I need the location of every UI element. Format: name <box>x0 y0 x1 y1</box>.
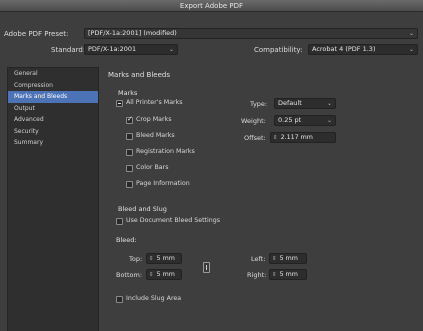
bottom-label: Bottom: <box>116 271 143 279</box>
stepper-arrows-icon[interactable]: ⇕ <box>272 256 277 262</box>
bleed-bottom-stepper[interactable]: ⇕ 5 mm <box>146 269 182 280</box>
panel-title: Marks and Bleeds <box>108 71 170 79</box>
use-document-bleed-label: Use Document Bleed Settings <box>126 217 221 224</box>
bleed-marks-checkbox[interactable] <box>126 133 133 140</box>
offset-label: Offset: <box>244 134 266 142</box>
registration-marks-checkbox[interactable] <box>126 149 133 156</box>
bleed-bottom-value: 5 mm <box>156 271 175 278</box>
page-information-checkbox[interactable] <box>126 181 133 188</box>
all-printers-marks-checkbox[interactable] <box>116 100 123 107</box>
type-label: Type: <box>250 100 268 108</box>
bleed-top-stepper[interactable]: ⇕ 5 mm <box>146 253 182 264</box>
all-printers-marks-label: All Printer's Marks <box>126 99 183 106</box>
window-title: Export Adobe PDF <box>0 0 423 12</box>
include-slug-checkbox[interactable] <box>116 296 123 303</box>
sidebar-item-output[interactable]: Output <box>8 103 98 115</box>
stepper-arrows-icon[interactable]: ⇕ <box>149 256 154 262</box>
bleed-marks-label: Bleed Marks <box>136 132 175 139</box>
bleed-left-stepper[interactable]: ⇕ 5 mm <box>269 253 307 264</box>
bleed-slug-heading: Bleed and Slug <box>118 205 167 213</box>
link-chain-icon[interactable] <box>203 262 210 273</box>
sidebar-item-general[interactable]: General <box>8 68 98 80</box>
chevron-down-icon: ⌄ <box>326 100 332 107</box>
offset-stepper[interactable]: ⇕ 2.117 mm <box>270 132 336 143</box>
sidebar-item-security[interactable]: Security <box>8 126 98 138</box>
standard-dropdown[interactable]: PDF/X-1a:2001 ⌄ <box>84 44 178 55</box>
chevron-down-icon: ⌄ <box>168 46 174 53</box>
preset-label: Adobe PDF Preset: <box>4 30 69 38</box>
export-pdf-dialog: Adobe PDF Preset: [PDF/X-1a:2001] (modif… <box>0 12 423 331</box>
chevron-down-icon: ⌄ <box>326 117 332 124</box>
standard-value: PDF/X-1a:2001 <box>88 45 137 53</box>
bleed-right-value: 5 mm <box>279 271 298 278</box>
left-label: Left: <box>251 255 266 263</box>
chevron-down-icon: ⌄ <box>408 30 414 37</box>
use-document-bleed-checkbox[interactable] <box>116 218 123 225</box>
bleed-heading: Bleed: <box>116 236 137 244</box>
sidebar-item-advanced[interactable]: Advanced <box>8 114 98 126</box>
type-dropdown[interactable]: Default ⌄ <box>274 98 336 109</box>
crop-marks-checkbox[interactable] <box>126 115 133 124</box>
weight-label: Weight: <box>241 117 266 125</box>
sidebar-item-marks-and-bleeds[interactable]: Marks and Bleeds <box>8 91 98 103</box>
marks-and-bleeds-panel: Marks and Bleeds Marks All Printer's Mar… <box>104 67 418 331</box>
chevron-down-icon: ⌄ <box>408 46 414 53</box>
preset-dropdown[interactable]: [PDF/X-1a:2001] (modified) ⌄ <box>84 28 418 39</box>
stepper-arrows-icon[interactable]: ⇕ <box>149 272 154 278</box>
include-slug-label: Include Slug Area <box>126 295 182 302</box>
right-label: Right: <box>247 271 267 279</box>
weight-dropdown[interactable]: 0.25 pt ⌄ <box>274 115 336 126</box>
registration-marks-label: Registration Marks <box>136 148 195 155</box>
compatibility-label: Compatibility: <box>254 46 303 54</box>
bleed-right-stepper[interactable]: ⇕ 5 mm <box>269 269 307 280</box>
color-bars-checkbox[interactable] <box>126 165 133 172</box>
preset-value: [PDF/X-1a:2001] (modified) <box>88 29 177 37</box>
stepper-arrows-icon[interactable]: ⇕ <box>272 272 277 278</box>
compatibility-value: Acrobat 4 (PDF 1.3) <box>312 45 376 53</box>
sidebar: General Compression Marks and Bleeds Out… <box>7 67 99 331</box>
offset-value: 2.117 mm <box>280 134 313 141</box>
crop-marks-label: Crop Marks <box>136 116 172 123</box>
sidebar-item-compression[interactable]: Compression <box>8 80 98 92</box>
color-bars-label: Color Bars <box>136 164 169 171</box>
compatibility-dropdown[interactable]: Acrobat 4 (PDF 1.3) ⌄ <box>308 44 418 55</box>
type-value: Default <box>278 99 302 107</box>
weight-value: 0.25 pt <box>278 116 302 124</box>
standard-label: Standard: <box>51 46 86 54</box>
top-label: Top: <box>129 255 143 263</box>
page-information-label: Page Information <box>136 180 190 187</box>
stepper-arrows-icon[interactable]: ⇕ <box>273 135 278 141</box>
bleed-left-value: 5 mm <box>279 255 298 262</box>
sidebar-item-summary[interactable]: Summary <box>8 137 98 149</box>
bleed-top-value: 5 mm <box>156 255 175 262</box>
marks-heading: Marks <box>118 89 138 97</box>
